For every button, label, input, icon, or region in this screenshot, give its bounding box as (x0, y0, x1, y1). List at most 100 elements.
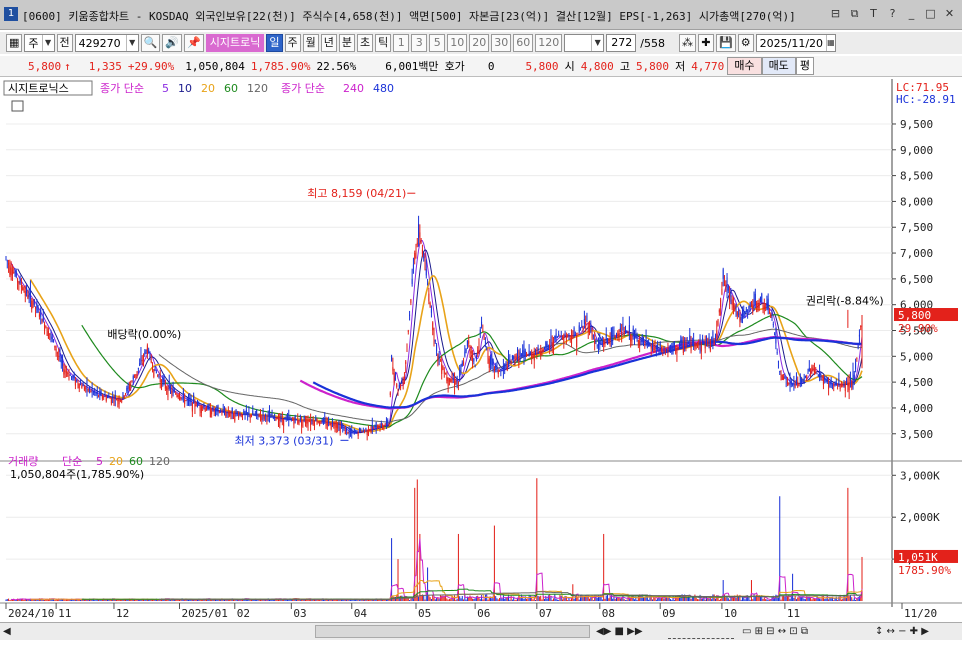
zoom-slider[interactable] (668, 624, 734, 639)
pin-icon[interactable]: 📌 (184, 34, 204, 52)
interval-30[interactable]: 30 (491, 34, 512, 52)
candle-body (621, 331, 623, 338)
tab-year[interactable]: 년 (320, 34, 337, 52)
help-icon[interactable]: ? (884, 6, 901, 22)
save-icon[interactable]: 💾 (715, 34, 736, 52)
candle-body (450, 378, 452, 383)
font-setting-icon[interactable]: T (865, 6, 882, 22)
layout-icons[interactable]: ▭ ⊞ ⊟ ↔ ⊡ ⧉ (742, 624, 808, 639)
scroll-left-icon[interactable]: ◀ (3, 624, 11, 639)
volume-bar (544, 598, 546, 601)
hoga-label: 호가 (444, 60, 465, 73)
zoom-controls[interactable]: ↕ ↔ − ✚ ▶ (875, 624, 929, 639)
candle-body (615, 333, 618, 335)
candle-body (441, 364, 443, 374)
volume-bar (212, 599, 214, 601)
volume-bar (288, 599, 290, 601)
candle-body (20, 285, 22, 288)
interval-60[interactable]: 60 (513, 34, 534, 52)
candle-body (310, 420, 312, 426)
candle-body (135, 374, 137, 377)
candle-body (107, 397, 109, 399)
candle-body (678, 342, 681, 347)
stock-code-input[interactable]: 429270 ▼ (74, 34, 139, 52)
interval-20[interactable]: 20 (469, 34, 490, 52)
candle-body (324, 418, 326, 423)
candle-body (288, 416, 290, 420)
volume-bar (410, 599, 412, 601)
stock-chart[interactable]: 3,5004,0004,5005,0005,5006,0006,5007,000… (0, 79, 962, 622)
candle-body (492, 359, 494, 366)
interval-3[interactable]: 3 (411, 34, 428, 52)
range-count-input[interactable]: 272 (606, 34, 637, 52)
volume-bar (452, 599, 454, 601)
gear-icon[interactable]: ⚙ (737, 34, 754, 52)
scroll-thumb[interactable] (315, 625, 590, 638)
candle-body (704, 342, 706, 349)
search-icon[interactable]: 🔍 (140, 34, 161, 52)
maximize-button[interactable]: □ (922, 6, 939, 22)
candle-body (645, 336, 647, 345)
chevron-down-icon[interactable]: ▼ (41, 35, 54, 51)
table-toggle-icon (11, 100, 24, 112)
candle-body (330, 423, 332, 429)
tab-day[interactable]: 일 (266, 34, 283, 52)
candle-body (496, 365, 498, 369)
candle-body (18, 281, 20, 284)
candle-body (856, 358, 858, 360)
candle-body (594, 339, 596, 344)
low-annotation: 최저 3,373 (03/31) (234, 434, 333, 447)
sound-icon[interactable]: 🔊 (162, 34, 183, 52)
chevron-down-icon[interactable]: ▼ (591, 35, 603, 51)
interval-5[interactable]: 5 (429, 34, 446, 52)
candle-body (592, 335, 594, 337)
candle-body (193, 394, 195, 404)
period-type-select[interactable]: 주 ▼ (24, 34, 55, 52)
sell-button[interactable]: 매도 (761, 57, 796, 75)
calendar-icon[interactable]: ▦ (826, 35, 835, 51)
interval-120[interactable]: 120 (535, 34, 563, 52)
candle-body (757, 303, 759, 309)
stock-name-indicator[interactable]: 시지트로닉 (205, 34, 265, 52)
volume-bar (352, 600, 354, 601)
candle-body (41, 318, 43, 324)
interval-10[interactable]: 10 (447, 34, 468, 52)
candle-body (722, 269, 724, 279)
tab-second[interactable]: 초 (357, 34, 374, 52)
grid-menu-icon[interactable]: ▦ (6, 34, 23, 52)
volume-bar (382, 599, 384, 601)
ma-legend-period: 20 (201, 82, 215, 95)
custom-interval-select[interactable]: ▼ (564, 34, 605, 52)
candle-body (270, 417, 272, 419)
tab-week[interactable]: 주 (284, 34, 301, 52)
chevron-down-icon[interactable]: ▼ (125, 35, 138, 51)
buy-button[interactable]: 매수 (727, 57, 762, 75)
chart-area[interactable]: 3,500 4,000 4,500 5,000 5,500 6,000 6,500 7,000… (0, 79, 962, 622)
data-grid-icon[interactable]: ⁂ (678, 34, 696, 52)
pl-button[interactable]: 평 (795, 57, 814, 75)
date-picker[interactable]: 2025/11/20 ▦ (755, 34, 836, 52)
candle-body (38, 314, 40, 317)
link-window-icon[interactable]: ⧉ (846, 6, 863, 22)
close-button[interactable]: ✕ (941, 6, 958, 22)
tab-tick[interactable]: 틱 (375, 34, 392, 52)
candle-body (727, 286, 729, 291)
tab-minute[interactable]: 분 (338, 34, 355, 52)
candle-body (420, 241, 422, 243)
cross-line-icon[interactable]: ✚ (697, 34, 714, 52)
restore-layout-icon[interactable]: ⊟ (827, 6, 844, 22)
candle-body (794, 383, 796, 387)
market-select-button[interactable]: 전 (56, 34, 73, 52)
horizontal-scrollbar[interactable]: ◀ ◀▶ ■ ▶▶ ▭ ⊞ ⊟ ↔ ⊡ ⧉ ↕ ↔ − ✚ ▶ (0, 622, 962, 640)
candle-body (342, 426, 344, 429)
window-title-bar[interactable]: 1 [0600] 키움종합차트 - KOSDAQ 외국인보유[22(천)] 주식… (0, 0, 962, 30)
minimize-button[interactable]: _ (903, 6, 920, 22)
candle-body (853, 374, 855, 380)
interval-1[interactable]: 1 (393, 34, 410, 52)
candle-body (500, 370, 502, 372)
play-back-icon[interactable]: ◀▶ ■ ▶▶ (596, 624, 643, 639)
tab-month[interactable]: 월 (302, 34, 319, 52)
volume-bar (455, 599, 457, 601)
candle-body (636, 337, 638, 340)
candle-body (419, 232, 421, 238)
